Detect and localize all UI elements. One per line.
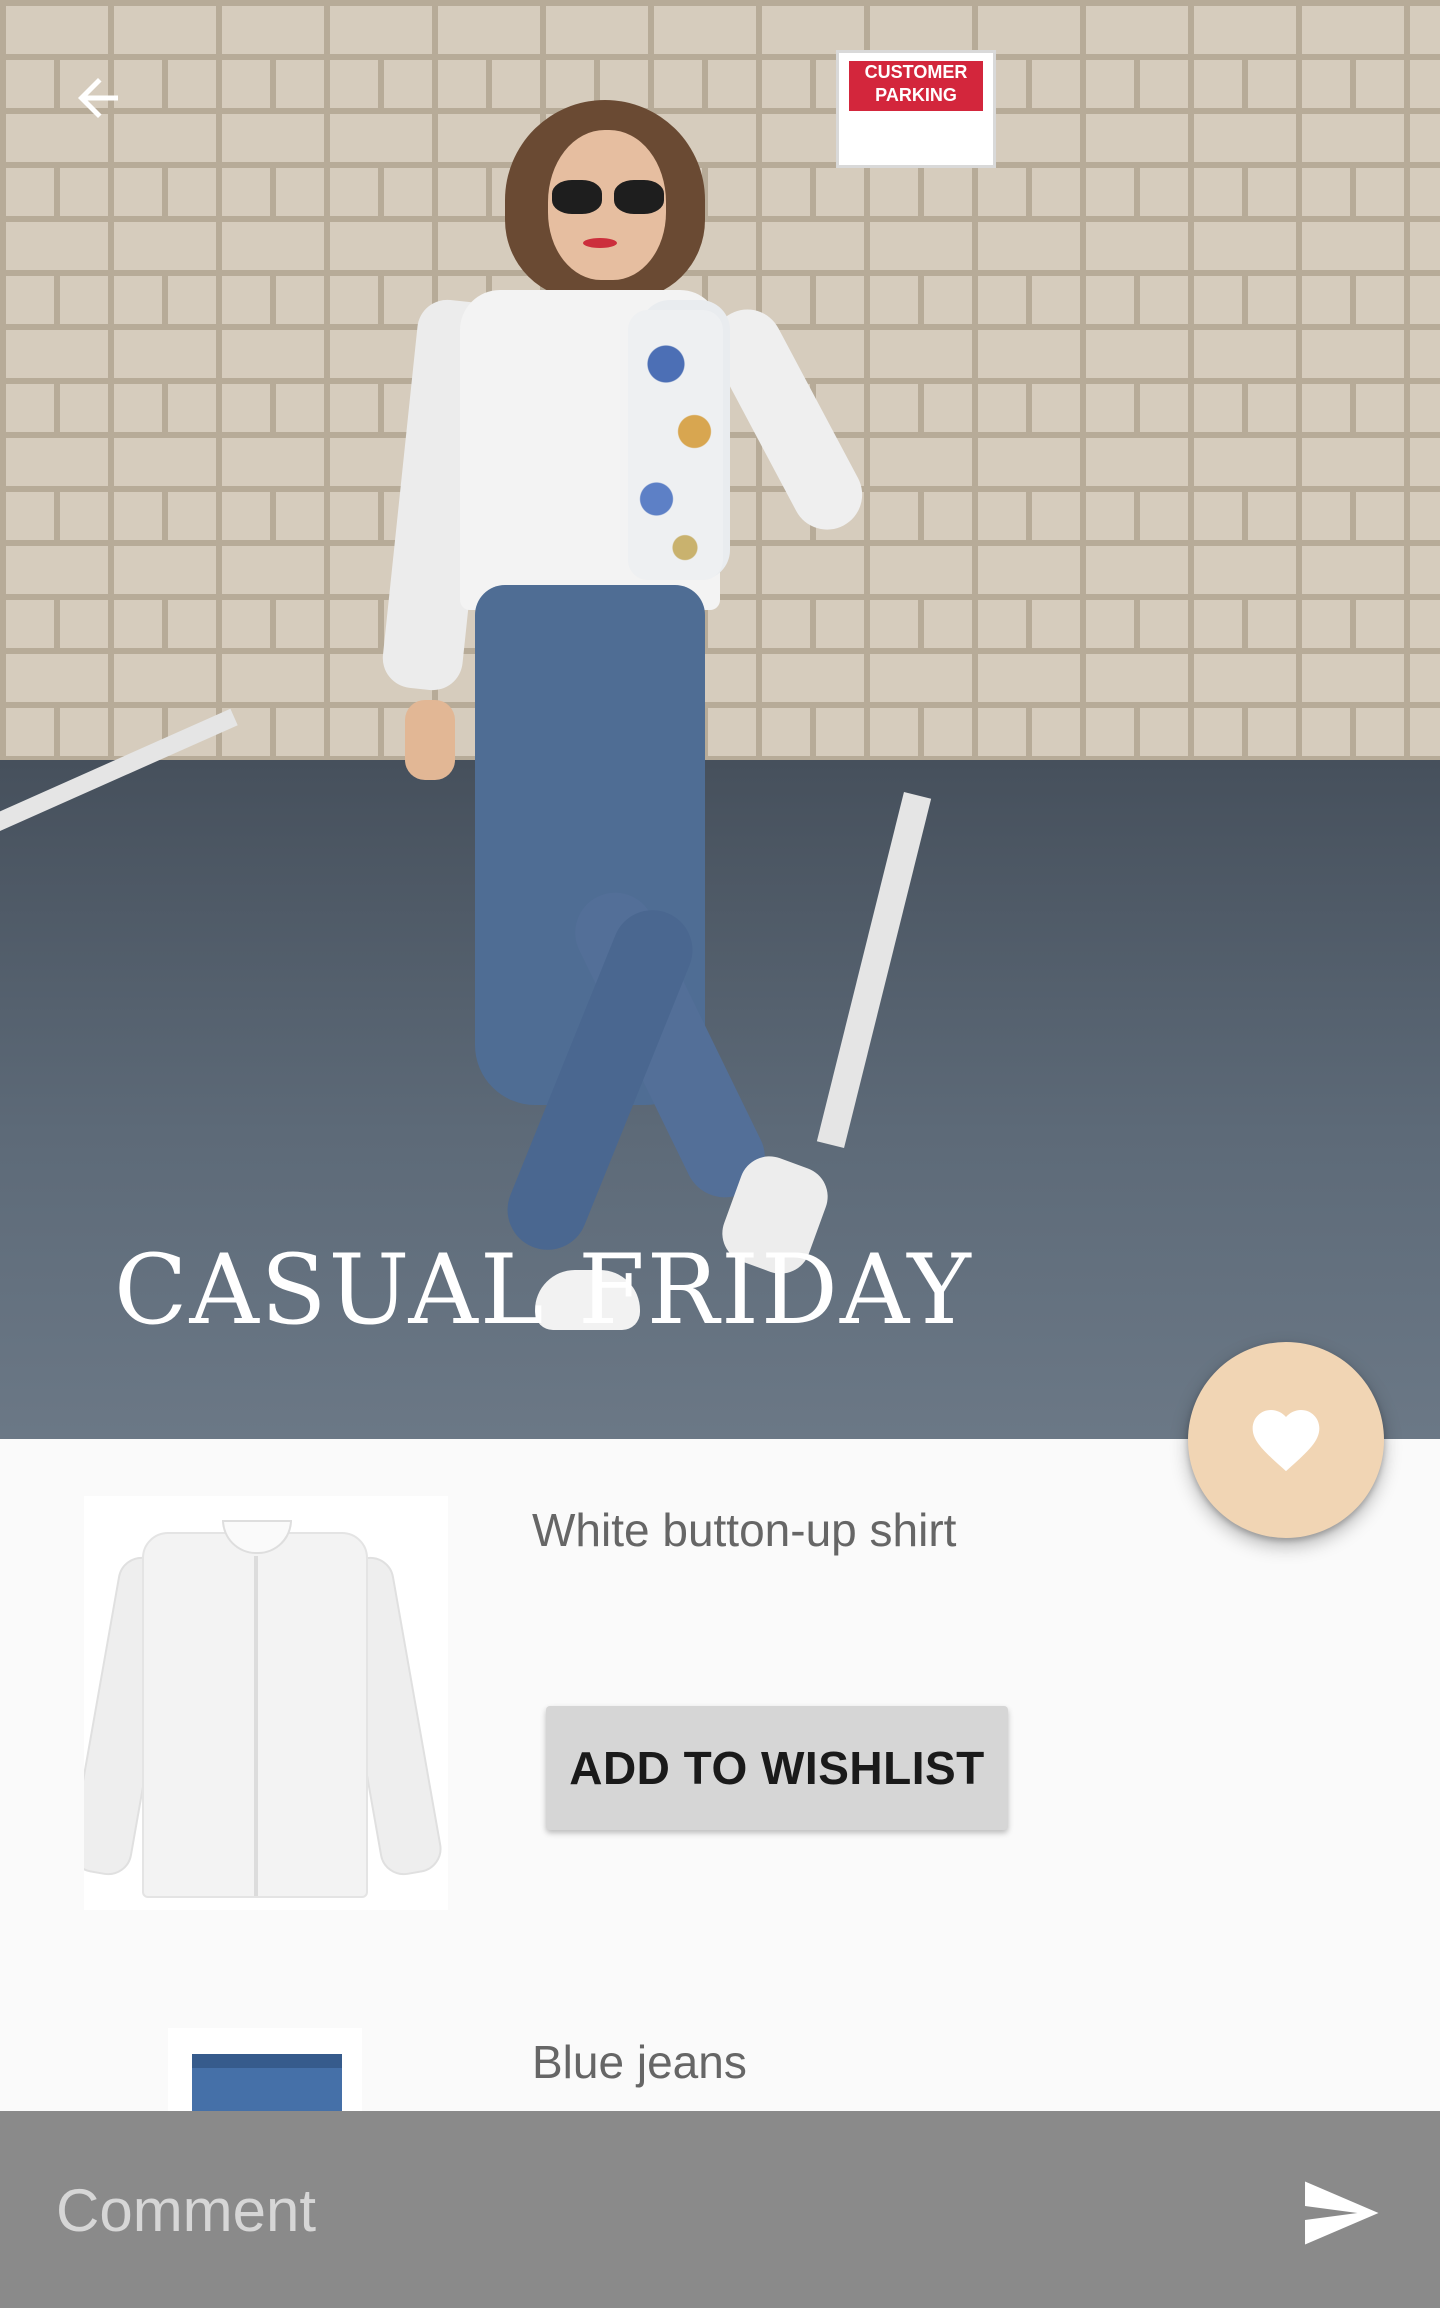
heart-icon	[1252, 1410, 1320, 1472]
outfit-title: CASUAL FRIDAY	[114, 1234, 973, 1346]
add-to-wishlist-button[interactable]: ADD TO WISHLIST	[546, 1706, 1008, 1830]
parking-sign-text: CUSTOMER PARKING ONLY	[849, 61, 983, 128]
shirt-image	[84, 1496, 448, 1910]
item-name: White button-up shirt	[532, 1504, 957, 1556]
parking-sign: CUSTOMER PARKING ONLY	[836, 50, 996, 168]
comment-input[interactable]	[56, 2151, 1236, 2269]
arrow-back-icon	[78, 78, 118, 118]
item-name: Blue jeans	[532, 2036, 747, 2088]
jeans-image	[168, 2028, 362, 2111]
send-icon	[1305, 2181, 1379, 2245]
favorite-button[interactable]	[1188, 1342, 1384, 1538]
back-button[interactable]	[56, 56, 140, 140]
hero-image: CUSTOMER PARKING ONLY CASUAL FRIDAY	[0, 0, 1440, 1439]
comment-bar	[0, 2111, 1440, 2308]
send-button[interactable]	[1290, 2163, 1390, 2263]
